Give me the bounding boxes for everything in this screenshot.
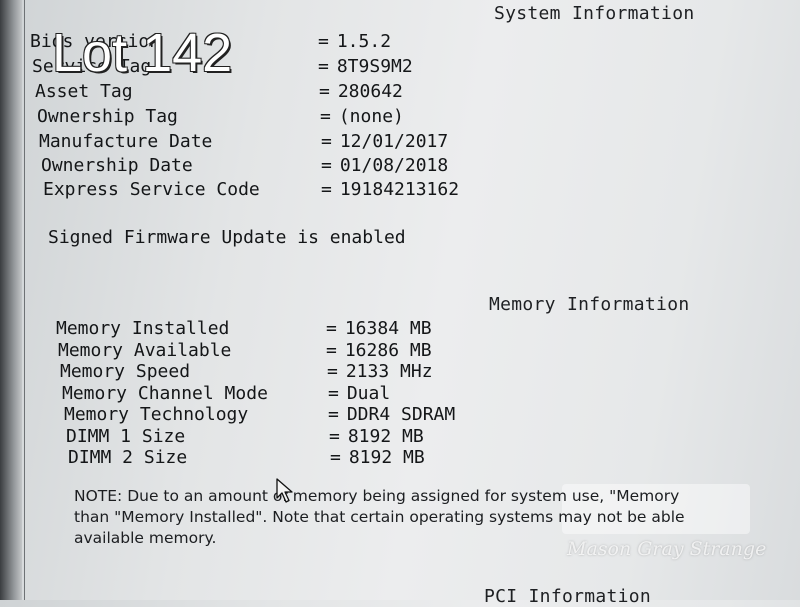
row-label: DIMM 2 Size (68, 447, 188, 468)
pci-information-heading: PCI Information (484, 586, 652, 607)
row-value: = 16286 MB (326, 340, 432, 361)
row-value: = 16384 MB (326, 318, 432, 339)
row-label: Asset Tag (35, 81, 133, 102)
row-label: Memory Available (58, 340, 232, 361)
row-label: Memory Installed (56, 318, 230, 339)
row-label: Memory Speed (60, 361, 191, 382)
panel-border (24, 0, 25, 600)
monitor-bezel (0, 0, 22, 600)
lot-label: Lot 142 (52, 23, 233, 83)
firmware-status: Signed Firmware Update is enabled (48, 227, 406, 248)
row-value: = 19184213162 (321, 179, 460, 200)
row-label: Ownership Date (41, 155, 193, 176)
note-line: than "Memory Installed". Note that certa… (74, 508, 685, 526)
row-value: = DDR4 SDRAM (328, 404, 456, 425)
row-label: DIMM 1 Size (66, 426, 186, 447)
system-information-heading: System Information (494, 3, 695, 24)
row-value: = 8192 MB (330, 447, 425, 468)
row-value: = 2133 MHz (327, 361, 433, 382)
row-label: Ownership Tag (37, 106, 178, 127)
row-label: Memory Channel Mode (62, 383, 268, 404)
row-value: = (none) (320, 106, 404, 127)
row-value: = 8192 MB (329, 426, 424, 447)
row-label: Manufacture Date (39, 131, 213, 152)
memory-information-heading: Memory Information (489, 294, 690, 315)
row-value: = Dual (328, 383, 391, 404)
row-label: Memory Technology (64, 404, 249, 425)
note-line: NOTE: Due to an amount of memory being a… (74, 487, 680, 505)
row-value: = 1.5.2 (318, 31, 392, 52)
mouse-cursor-icon (276, 478, 293, 503)
watermark-text: Mason Gray Strange (567, 538, 767, 560)
row-value: = 12/01/2017 (321, 131, 449, 152)
row-label: Express Service Code (43, 179, 260, 200)
row-value: = 01/08/2018 (321, 155, 449, 176)
row-value: = 280642 (319, 81, 403, 102)
row-value: = 8T9S9M2 (318, 56, 413, 77)
